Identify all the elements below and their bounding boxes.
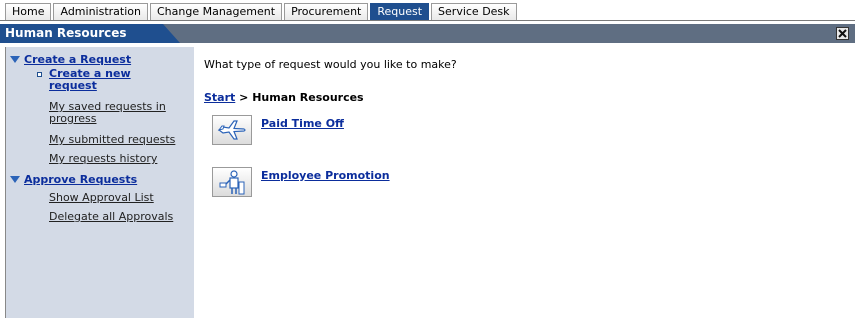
close-icon[interactable] [836, 27, 849, 40]
breadcrumb: Start > Human Resources [204, 91, 364, 104]
tab-request[interactable]: Request [370, 3, 430, 20]
chevron-down-icon[interactable] [10, 55, 20, 64]
tab-list: Home Administration Change Management Pr… [5, 3, 519, 21]
section-header: Human Resources [0, 24, 855, 43]
person-podium-icon[interactable] [212, 167, 252, 197]
section-title: Human Resources [0, 24, 180, 43]
employee-promotion-link[interactable]: Employee Promotion [261, 169, 390, 182]
top-nav-bar: Home Administration Change Management Pr… [0, 0, 855, 21]
create-new-request-link[interactable]: Create a new request [49, 68, 159, 92]
tab-procurement[interactable]: Procurement [284, 3, 369, 20]
delegate-approvals-link[interactable]: Delegate all Approvals [49, 211, 173, 223]
tab-home[interactable]: Home [5, 3, 52, 20]
tab-administration[interactable]: Administration [53, 3, 148, 20]
nav-group-create-request: Create a Request [10, 53, 131, 66]
tab-change-management[interactable]: Change Management [149, 3, 283, 20]
request-item-employee-promotion: Employee Promotion [212, 167, 390, 197]
breadcrumb-current: Human Resources [252, 91, 364, 104]
request-prompt: What type of request would you like to m… [204, 58, 457, 71]
saved-requests-link[interactable]: My saved requests in progress [49, 101, 179, 125]
approve-requests-link[interactable]: Approve Requests [24, 173, 137, 186]
airplane-icon[interactable] [212, 115, 252, 145]
nav-group-approve-requests: Approve Requests [10, 173, 137, 186]
submitted-requests-link[interactable]: My submitted requests [49, 134, 175, 146]
breadcrumb-start-link[interactable]: Start [204, 91, 235, 104]
requests-history-link[interactable]: My requests history [49, 153, 157, 165]
paid-time-off-link[interactable]: Paid Time Off [261, 117, 344, 130]
create-request-link[interactable]: Create a Request [24, 53, 131, 66]
request-item-paid-time-off: Paid Time Off [212, 115, 344, 145]
chevron-down-icon[interactable] [10, 175, 20, 184]
tab-service-desk[interactable]: Service Desk [431, 3, 517, 20]
show-approval-list-link[interactable]: Show Approval List [49, 192, 154, 204]
left-sidebar: Create a Request Create a new request My… [5, 47, 194, 318]
breadcrumb-separator: > [239, 91, 249, 104]
current-item-bullet-icon [37, 72, 42, 77]
